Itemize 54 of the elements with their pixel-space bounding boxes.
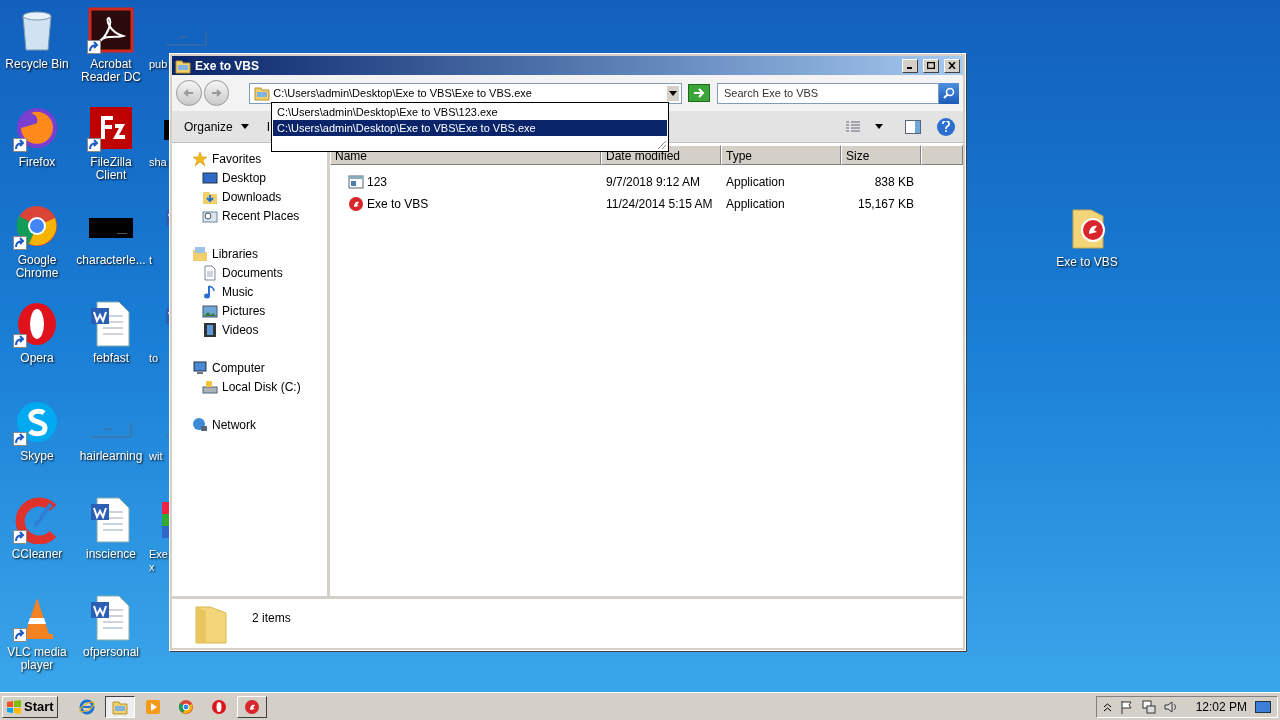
nav-item[interactable]: Music (172, 282, 327, 301)
icon-label: CCleaner (10, 548, 64, 561)
address-input[interactable]: C:\Users\admin\Desktop\Exe to VBS\Exe to VBS.exe (273, 84, 667, 102)
icon-label: Acrobat Reader DC (80, 58, 142, 84)
nav-item[interactable]: Downloads (172, 187, 327, 206)
icon-label: Exe to VBS (1055, 256, 1119, 269)
nav-item[interactable]: Favorites (172, 149, 327, 168)
nav-item[interactable]: Libraries (172, 244, 327, 263)
nav-item[interactable]: Documents (172, 263, 327, 282)
clock[interactable]: 12:02 PM (1195, 697, 1247, 716)
address-field[interactable]: C:\Users\admin\Desktop\Exe to VBS\Exe to VBS.exe (249, 82, 683, 104)
icon-label: inscience (85, 548, 137, 561)
icon-label: characterle... (75, 254, 147, 267)
icon-label: febfast (92, 352, 130, 365)
suggestion-item[interactable]: C:\Users\admin\Desktop\Exe to VBS\Exe to VBS.exe (273, 120, 667, 136)
size-cell-text: 15,167 KB (856, 196, 915, 213)
window-title: Exe to VBS (195, 57, 260, 75)
icon-label: FileZilla Client (89, 156, 133, 182)
icon-label: pub (149, 58, 168, 71)
icon-label: hairlearning (78, 450, 144, 463)
type-cell-text: Application (725, 196, 786, 213)
type-cell-text: Application (725, 174, 786, 191)
file-name-cell[interactable]: 123 (330, 173, 601, 191)
icon-label: Firefox (17, 156, 57, 169)
icon-label: Exe x (149, 548, 168, 574)
item-count: 2 items (252, 610, 291, 627)
start-button[interactable]: Start (2, 695, 58, 718)
toolbar-button[interactable]: Organize (180, 117, 253, 136)
icon-label: sha (149, 156, 167, 169)
icon-label: Opera (19, 352, 55, 365)
nav-item[interactable]: Network (172, 415, 327, 434)
icon-label: Skype (19, 450, 55, 463)
file-name-cell[interactable]: Exe to VBS (330, 195, 601, 213)
size-cell-text: 838 KB (873, 174, 915, 191)
toolbar-button[interactable]: I (262, 117, 275, 136)
nav-item[interactable]: Desktop (172, 168, 327, 187)
date-cell-text: 9/7/2018 9:12 AM (605, 174, 702, 191)
nav-item[interactable]: Pictures (172, 301, 327, 320)
icon-label: t (149, 254, 153, 267)
nav-item[interactable]: Computer (172, 358, 327, 377)
date-cell-text: 11/24/2014 5:15 AM (605, 196, 714, 213)
icon-label: to (149, 352, 159, 365)
icon-label: Recycle Bin (4, 58, 70, 71)
search-field[interactable]: Search Exe to VBS (717, 82, 939, 104)
icon-label: wit (149, 450, 163, 463)
icon-label: ofpersonal (81, 646, 140, 659)
nav-item[interactable]: Videos (172, 320, 327, 339)
icon-label: Google Chrome (14, 254, 60, 280)
column-header[interactable]: Type (721, 145, 841, 165)
column-header[interactable]: Size (841, 145, 921, 165)
nav-item[interactable]: Recent Places (172, 206, 327, 225)
icon-label: VLC media player (6, 646, 68, 672)
nav-item[interactable]: Local Disk (C:) (172, 377, 327, 396)
suggestion-item[interactable]: C:\Users\admin\Desktop\Exe to VBS\123.exe (273, 104, 667, 120)
